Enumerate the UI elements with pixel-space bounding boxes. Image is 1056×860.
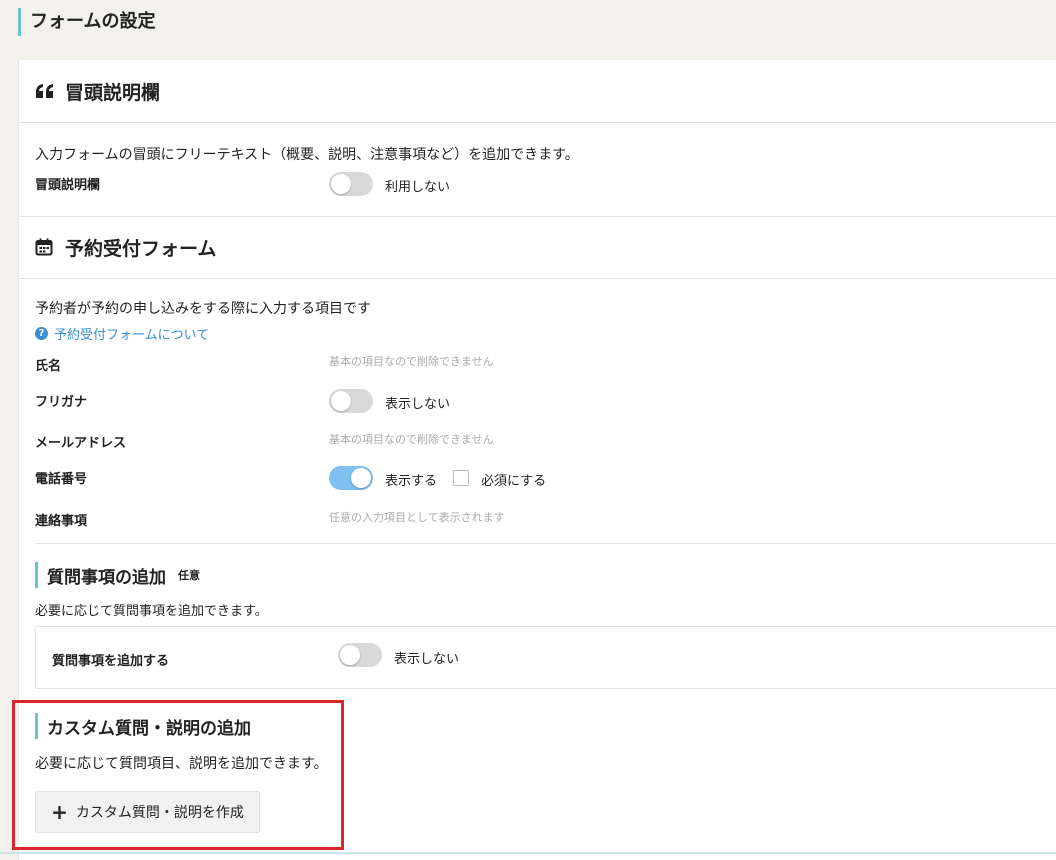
intro-description: 入力フォームの冒頭にフリーテキスト（概要、説明、注意事項など）を追加できます。 xyxy=(35,147,579,163)
divider xyxy=(19,216,1056,217)
calendar-icon xyxy=(35,237,55,257)
questions-toggle[interactable] xyxy=(338,643,382,667)
plus-icon: + xyxy=(51,800,68,824)
field-contact-label: 連絡事項 xyxy=(35,514,88,529)
create-custom-question-button[interactable]: + カスタム質問・説明を作成 xyxy=(35,791,260,833)
intro-toggle[interactable] xyxy=(329,172,373,196)
settings-card: 冒頭説明欄 入力フォームの冒頭にフリーテキスト（概要、説明、注意事項など）を追加… xyxy=(18,60,1056,860)
booking-section-title: 予約受付フォーム xyxy=(65,237,217,260)
phone-toggle[interactable] xyxy=(329,466,373,490)
questions-section-title: 質問事項の追加 xyxy=(47,567,166,588)
custom-section-heading: カスタム質問・説明の追加 xyxy=(35,713,251,739)
intro-field-label: 冒頭説明欄 xyxy=(35,178,101,193)
divider xyxy=(19,278,1056,279)
phone-required-checkbox[interactable] xyxy=(453,470,469,486)
divider xyxy=(35,543,1056,544)
questions-field-label: 質問事項を追加する xyxy=(52,654,170,669)
create-custom-question-label: カスタム質問・説明を作成 xyxy=(75,805,244,821)
questions-toggle-label: 表示しない xyxy=(394,652,460,667)
questions-section-heading: 質問事項の追加 任意 xyxy=(35,562,200,588)
booking-help-link[interactable]: ? 予約受付フォームについて xyxy=(35,324,209,343)
questions-box: 質問事項を追加する 表示しない xyxy=(35,626,1056,689)
custom-description: 必要に応じて質問項目、説明を追加できます。 xyxy=(35,756,328,772)
booking-section-heading: 予約受付フォーム xyxy=(35,232,216,262)
field-contact-note: 任意の入力項目として表示されます xyxy=(329,511,505,524)
field-furigana-label: フリガナ xyxy=(35,395,88,410)
booking-help-link-label: 予約受付フォームについて xyxy=(54,328,210,343)
field-name-label: 氏名 xyxy=(35,359,62,374)
optional-badge: 任意 xyxy=(178,569,200,582)
page-title: フォームの設定 xyxy=(18,8,155,36)
furigana-toggle-label: 表示しない xyxy=(385,397,451,412)
field-email-label: メールアドレス xyxy=(35,436,127,451)
custom-section-title: カスタム質問・説明の追加 xyxy=(47,718,251,739)
quote-icon xyxy=(35,81,55,101)
phone-toggle-label: 表示する xyxy=(385,474,438,489)
field-phone-label: 電話番号 xyxy=(35,472,88,487)
booking-description: 予約者が予約の申し込みをする際に入力する項目です xyxy=(35,301,371,317)
field-name-note: 基本の項目なので削除できません xyxy=(329,355,494,368)
field-email-note: 基本の項目なので削除できません xyxy=(329,433,494,446)
furigana-toggle[interactable] xyxy=(329,389,373,413)
phone-required-label: 必須にする xyxy=(481,474,547,489)
bottom-divider xyxy=(0,852,1056,854)
intro-toggle-label: 利用しない xyxy=(385,180,451,195)
questions-description: 必要に応じて質問事項を追加できます。 xyxy=(35,604,268,619)
divider xyxy=(19,122,1056,123)
help-icon: ? xyxy=(35,327,48,340)
intro-section-heading: 冒頭説明欄 xyxy=(35,76,160,106)
intro-section-title: 冒頭説明欄 xyxy=(65,81,161,104)
